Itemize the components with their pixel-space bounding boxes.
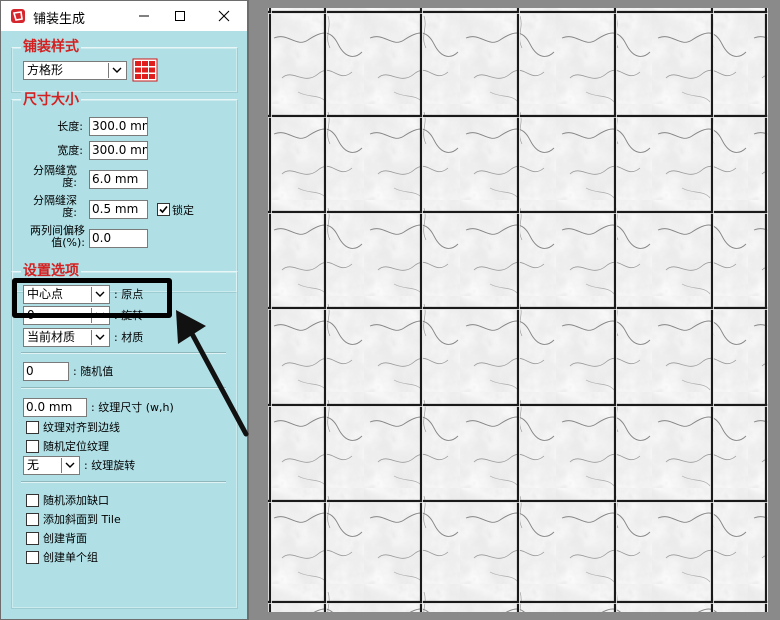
marble-tile-grid — [268, 8, 768, 612]
sketchup-app-icon — [11, 9, 25, 23]
chevron-down-icon — [61, 458, 78, 473]
texture-size-label: : 纹理尺寸 (w,h) — [91, 401, 174, 414]
settings-group-title: 设置选项 — [21, 263, 81, 279]
random-gap-checkbox[interactable] — [26, 494, 39, 507]
random-gap-label: 随机添加缺口 — [43, 494, 109, 507]
black-arrow-icon — [176, 310, 249, 437]
random-position-checkbox[interactable] — [26, 440, 39, 453]
size-group-title: 尺寸大小 — [21, 92, 81, 108]
material-select-value: 当前材质 — [27, 330, 76, 344]
create-back-label: 创建背面 — [43, 532, 87, 545]
divider — [21, 481, 226, 483]
align-edge-checkbox[interactable] — [26, 421, 39, 434]
title-bar[interactable]: 铺装生成 — [1, 1, 247, 31]
align-edge-label: 纹理对齐到边线 — [43, 421, 120, 434]
maximize-button[interactable] — [163, 1, 197, 31]
texture-rotation-label: : 纹理旋转 — [84, 459, 136, 472]
gap-depth-input[interactable]: 0.5 mm — [89, 200, 148, 219]
create-group-label: 创建单个组 — [43, 551, 98, 564]
gap-width-input[interactable]: 6.0 mm — [89, 170, 148, 189]
minimize-button[interactable] — [127, 1, 161, 31]
minimize-icon — [139, 15, 149, 17]
material-select[interactable]: 当前材质 — [23, 328, 110, 347]
lock-checkbox[interactable] — [157, 203, 170, 216]
length-label: 长度: — [57, 120, 83, 133]
create-group-checkbox[interactable] — [26, 551, 39, 564]
create-back-checkbox[interactable] — [26, 532, 39, 545]
gap-width-label: 分隔缝宽度: — [33, 164, 77, 189]
maximize-icon — [175, 11, 185, 21]
width-label: 宽度: — [57, 144, 83, 157]
close-button[interactable] — [207, 1, 241, 31]
tile-preview[interactable] — [268, 8, 768, 612]
chevron-down-icon — [108, 63, 125, 78]
offset-label: 两列间偏移值(%): — [30, 224, 85, 249]
width-input[interactable]: 300.0 mm — [89, 141, 148, 160]
grid-pattern-icon[interactable] — [132, 58, 158, 82]
style-group-title: 铺装样式 — [21, 39, 81, 55]
chevron-down-icon — [91, 330, 108, 345]
length-input[interactable]: 300.0 mm — [89, 117, 148, 136]
add-bevel-label: 添加斜面到 Tile — [43, 513, 121, 526]
random-position-label: 随机定位纹理 — [43, 440, 109, 453]
pattern-select-value: 方格形 — [27, 63, 64, 77]
texture-rotation-select[interactable]: 无 — [23, 456, 80, 475]
texture-size-input[interactable]: 0.0 mm — [23, 398, 87, 417]
highlight-box — [12, 278, 172, 318]
random-input[interactable]: 0 — [23, 362, 69, 381]
checkmark-icon — [159, 205, 168, 214]
gap-depth-label: 分隔缝深度: — [33, 194, 77, 219]
texture-rotation-select-value: 无 — [27, 458, 40, 472]
add-bevel-checkbox[interactable] — [26, 513, 39, 526]
window-title: 铺装生成 — [33, 12, 86, 27]
lock-label: 锁定 — [172, 204, 194, 217]
material-label: : 材质 — [114, 331, 144, 344]
random-label: : 随机值 — [73, 365, 114, 378]
pattern-select[interactable]: 方格形 — [23, 61, 127, 80]
close-icon — [218, 10, 230, 22]
offset-input[interactable]: 0.0 — [89, 229, 148, 248]
